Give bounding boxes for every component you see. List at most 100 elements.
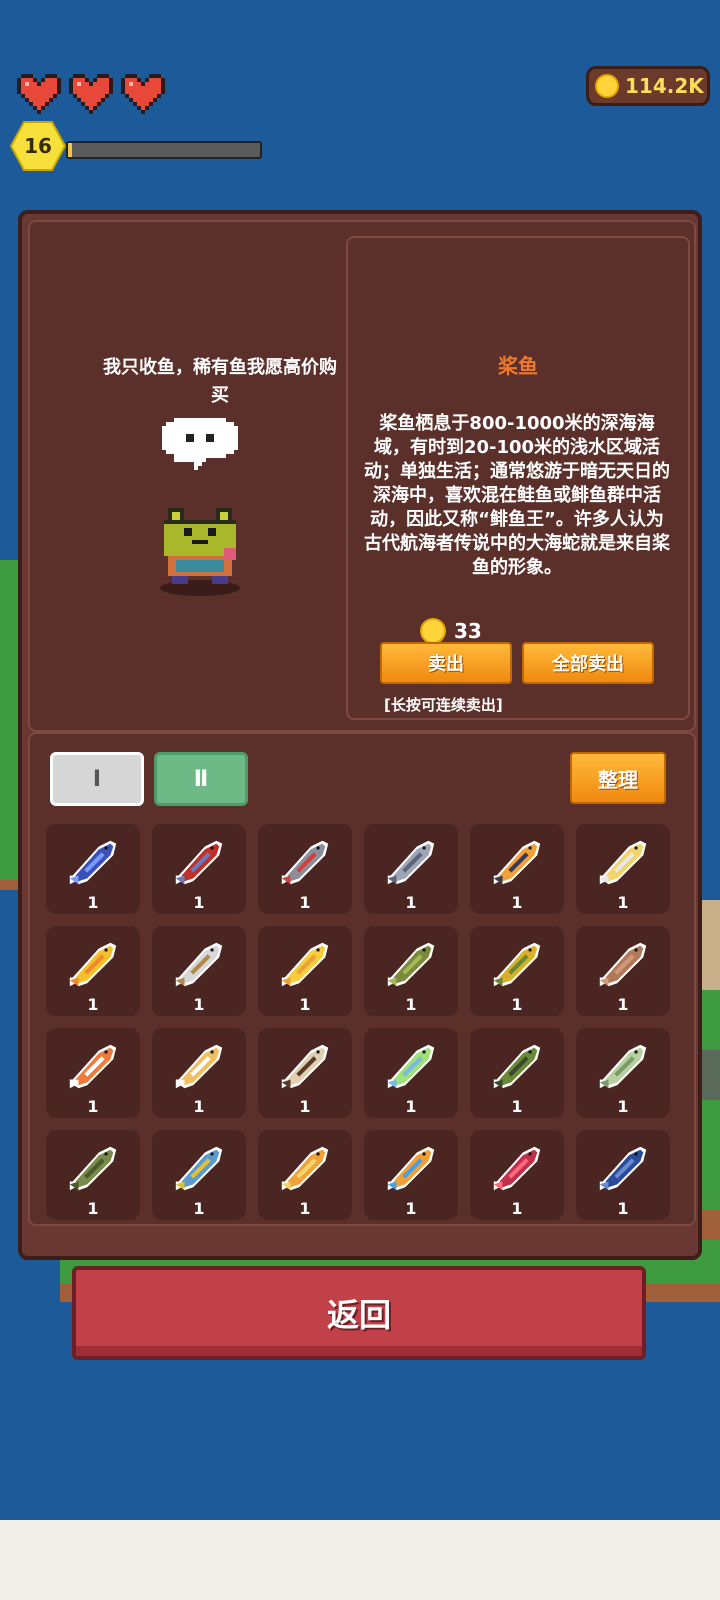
inventory-slot[interactable]: 1 <box>364 1130 458 1220</box>
fish-striped-icon <box>281 1044 329 1089</box>
inventory-slot[interactable]: 1 <box>576 1028 670 1118</box>
inventory-slot[interactable]: 1 <box>470 1130 564 1220</box>
fish-detail-box: 桨鱼 桨鱼栖息于800-1000米的深海海域，有时到20-100米的浅水区域活动… <box>346 236 690 720</box>
slot-quantity: 1 <box>405 893 417 912</box>
slot-quantity: 1 <box>617 1199 629 1218</box>
sell-button[interactable]: 卖出 <box>380 642 512 684</box>
slot-quantity: 1 <box>511 995 523 1014</box>
slot-quantity: 1 <box>617 1097 629 1116</box>
heart-icon <box>17 74 61 114</box>
inventory-slot[interactable]: 1 <box>576 926 670 1016</box>
fish-sky-icon <box>387 1146 435 1191</box>
slot-quantity: 1 <box>617 893 629 912</box>
inventory-slot[interactable]: 1 <box>576 1130 670 1220</box>
inventory-slot[interactable]: 1 <box>470 1028 564 1118</box>
fish-rainbow-icon <box>175 1146 223 1191</box>
inventory-slot[interactable]: 1 <box>364 824 458 914</box>
slot-quantity: 1 <box>87 995 99 1014</box>
coin-icon <box>420 618 446 644</box>
fish-green-icon <box>387 942 435 987</box>
fish-orange-icon <box>493 840 541 885</box>
slot-quantity: 1 <box>299 893 311 912</box>
fish-white-icon <box>175 942 223 987</box>
game-viewport: 16 114.2K 我只收鱼，稀有鱼我愿高价购买 桨鱼 桨鱼栖息于800-100… <box>0 0 720 1520</box>
fish-silver-icon <box>387 840 435 885</box>
experience-bar <box>66 141 262 159</box>
sell-all-button[interactable]: 全部卖出 <box>522 642 654 684</box>
heart-icon <box>69 74 113 114</box>
inventory-slot[interactable]: 1 <box>258 1028 352 1118</box>
fish-pale-green-icon <box>599 1044 647 1089</box>
fish-golden-icon <box>281 942 329 987</box>
slot-quantity: 1 <box>193 893 205 912</box>
heart-icon <box>121 74 165 114</box>
inventory-slot[interactable]: 1 <box>364 1028 458 1118</box>
fish-bass-icon <box>69 1146 117 1191</box>
price-value: 33 <box>454 619 482 643</box>
shop-top-section: 我只收鱼，稀有鱼我愿高价购买 桨鱼 桨鱼栖息于800-1000米的深海海域，有时… <box>28 220 696 732</box>
back-button[interactable]: 返回 <box>72 1266 646 1360</box>
fish-lime-icon <box>387 1044 435 1089</box>
fish-gray-red-icon <box>281 840 329 885</box>
inventory-slot[interactable]: 1 <box>152 1028 246 1118</box>
inventory-slot[interactable]: 1 <box>46 1028 140 1118</box>
slot-quantity: 1 <box>193 995 205 1014</box>
slot-quantity: 1 <box>511 1097 523 1116</box>
experience-fill <box>68 143 72 157</box>
slot-quantity: 1 <box>193 1097 205 1116</box>
fish-shrimp-icon <box>493 1146 541 1191</box>
inventory-slot[interactable]: 1 <box>470 824 564 914</box>
slot-quantity: 1 <box>405 1199 417 1218</box>
inventory-slot[interactable]: 1 <box>364 926 458 1016</box>
frog-merchant-icon <box>160 508 240 596</box>
npc-speech-text: 我只收鱼，稀有鱼我愿高价购买 <box>103 357 337 406</box>
fish-shop-panel: 我只收鱼，稀有鱼我愿高价购买 桨鱼 桨鱼栖息于800-1000米的深海海域，有时… <box>18 210 702 1260</box>
player-level: 16 <box>24 134 52 158</box>
coin-icon <box>595 74 619 98</box>
slot-quantity: 1 <box>87 893 99 912</box>
inventory-grid: 1 1 1 1 1 1 1 1 1 1 1 1 1 1 1 1 1 1 1 1 1 1 1 1 <box>46 824 670 1220</box>
slot-quantity: 1 <box>193 1199 205 1218</box>
fish-yellow-icon <box>69 942 117 987</box>
inventory-slot[interactable]: 1 <box>258 926 352 1016</box>
fish-olive-icon <box>493 1044 541 1089</box>
fish-puffer-icon <box>281 1146 329 1191</box>
speech-bubble-icon <box>162 418 238 470</box>
inventory-slot[interactable]: 1 <box>152 926 246 1016</box>
slot-quantity: 1 <box>405 995 417 1014</box>
inventory-slot[interactable]: 1 <box>258 1130 352 1220</box>
slot-quantity: 1 <box>299 995 311 1014</box>
slot-quantity: 1 <box>87 1199 99 1218</box>
inventory-slot[interactable]: 1 <box>152 1130 246 1220</box>
inventory-slot[interactable]: 1 <box>46 824 140 914</box>
slot-quantity: 1 <box>511 1199 523 1218</box>
fish-price: 33 <box>420 618 482 644</box>
inventory-slot[interactable]: 1 <box>46 1130 140 1220</box>
fish-clown-icon <box>69 1044 117 1089</box>
inventory-slot[interactable]: 1 <box>258 824 352 914</box>
fish-blue-icon <box>69 840 117 885</box>
fish-gold-icon <box>599 840 647 885</box>
long-press-hint: [长按可连续卖出] <box>384 696 503 714</box>
sort-button[interactable]: 整理 <box>570 752 666 804</box>
inventory-section: Ⅰ Ⅱ 整理 1 1 1 1 1 1 1 1 1 1 1 1 1 1 1 1 1 1 1 1 1 1 1 1 <box>28 732 696 1226</box>
slot-quantity: 1 <box>299 1199 311 1218</box>
fish-description: 桨鱼栖息于800-1000米的深海海域，有时到20-100米的浅水区域活动；单独… <box>364 413 670 578</box>
inventory-slot[interactable]: 1 <box>46 926 140 1016</box>
slot-quantity: 1 <box>87 1097 99 1116</box>
slot-quantity: 1 <box>405 1097 417 1116</box>
back-button-label: 返回 <box>326 1296 391 1334</box>
coin-amount: 114.2K <box>625 74 704 98</box>
inventory-slot[interactable]: 1 <box>470 926 564 1016</box>
inventory-slot[interactable]: 1 <box>152 824 246 914</box>
fish-brown-icon <box>599 942 647 987</box>
health-hearts <box>16 74 166 114</box>
background-island-left <box>0 560 20 890</box>
fish-navy-icon <box>599 1146 647 1191</box>
fish-pale-yellow-icon <box>175 1044 223 1089</box>
inventory-slot[interactable]: 1 <box>576 824 670 914</box>
fish-yellow-green-icon <box>493 942 541 987</box>
tab-page-1[interactable]: Ⅰ <box>50 752 144 806</box>
tab-page-2[interactable]: Ⅱ <box>154 752 248 806</box>
coin-counter: 114.2K <box>586 66 710 106</box>
